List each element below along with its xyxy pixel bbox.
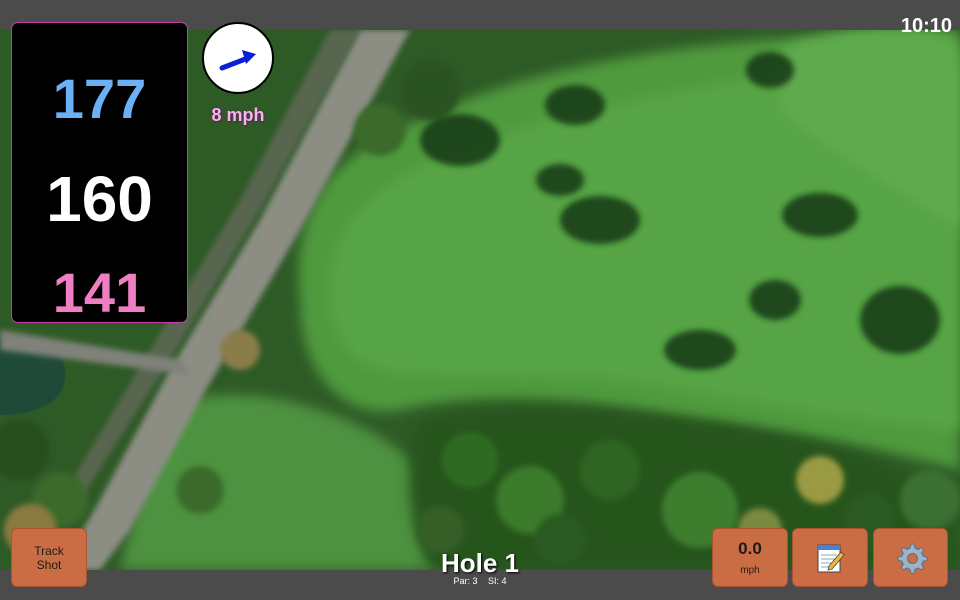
- hole-info: Par: 3 SI: 4: [380, 576, 580, 586]
- wind-speed-button[interactable]: 0.0 mph: [712, 528, 788, 587]
- track-shot-label-line1: Track: [34, 543, 64, 558]
- notepad-icon: [817, 544, 845, 572]
- front-distance: 141: [52, 261, 147, 324]
- track-shot-button[interactable]: Track Shot: [11, 528, 87, 587]
- middle-distance: 160: [46, 163, 153, 235]
- wind-speed-label: 8 mph: [211, 105, 265, 125]
- status-time: 10:10: [900, 15, 952, 37]
- wind-arrow-icon: [219, 50, 256, 71]
- settings-button[interactable]: [873, 528, 948, 587]
- distance-panel: 177 160 141: [11, 22, 188, 324]
- hole-stroke-index: SI: 4: [488, 576, 507, 586]
- wind-direction-dial: [202, 22, 274, 94]
- hole-par: Par: 3: [453, 576, 478, 586]
- hole-title: Hole 1: [440, 548, 520, 578]
- back-distance: 177: [52, 67, 147, 130]
- wind-speed-value: 0.0: [738, 539, 762, 558]
- gear-icon: [896, 543, 928, 574]
- track-shot-label-line2: Shot: [36, 557, 62, 572]
- notes-button[interactable]: [792, 528, 868, 587]
- wind-speed-unit: mph: [740, 565, 760, 576]
